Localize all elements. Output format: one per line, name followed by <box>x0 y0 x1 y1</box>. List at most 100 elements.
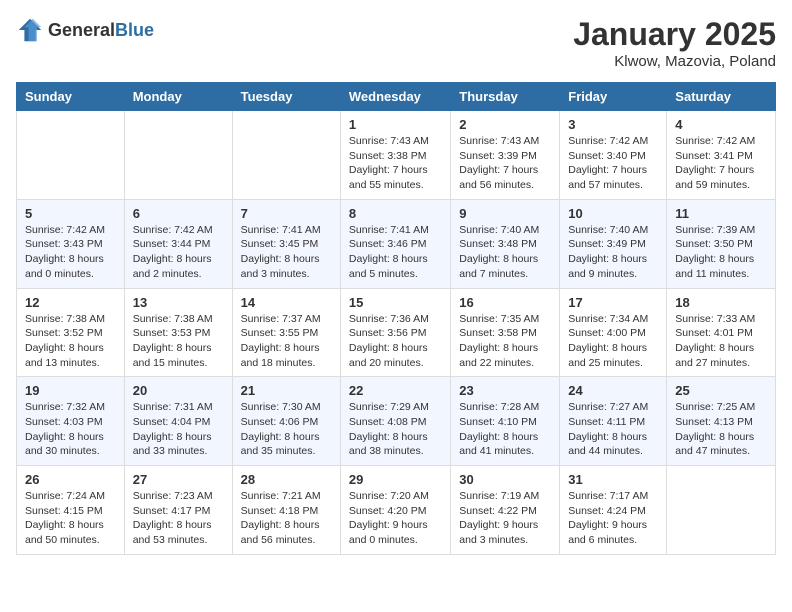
calendar-cell: 21 Sunrise: 7:30 AM Sunset: 4:06 PM Dayli… <box>232 377 340 466</box>
calendar-cell: 3 Sunrise: 7:42 AM Sunset: 3:40 PM Daylig… <box>560 111 667 200</box>
day-number: 15 <box>349 295 442 310</box>
day-number: 1 <box>349 117 442 132</box>
calendar-cell: 9 Sunrise: 7:40 AM Sunset: 3:48 PM Daylig… <box>451 199 560 288</box>
day-info: Sunrise: 7:29 AM Sunset: 4:08 PM Dayligh… <box>349 400 442 459</box>
day-number: 11 <box>675 206 767 221</box>
day-info: Sunrise: 7:35 AM Sunset: 3:58 PM Dayligh… <box>459 312 551 371</box>
calendar-week-row: 5 Sunrise: 7:42 AM Sunset: 3:43 PM Daylig… <box>17 199 776 288</box>
calendar-cell: 31 Sunrise: 7:17 AM Sunset: 4:24 PM Dayli… <box>560 466 667 555</box>
day-info: Sunrise: 7:41 AM Sunset: 3:45 PM Dayligh… <box>241 223 332 282</box>
calendar-week-row: 1 Sunrise: 7:43 AM Sunset: 3:38 PM Daylig… <box>17 111 776 200</box>
calendar-cell: 11 Sunrise: 7:39 AM Sunset: 3:50 PM Dayli… <box>667 199 776 288</box>
weekday-header-cell: Sunday <box>17 83 125 111</box>
calendar-cell: 27Sunrise: 7:23 AM Sunset: 4:17 PM Dayli… <box>124 466 232 555</box>
calendar-cell: 7 Sunrise: 7:41 AM Sunset: 3:45 PM Daylig… <box>232 199 340 288</box>
calendar-cell: 6 Sunrise: 7:42 AM Sunset: 3:44 PM Daylig… <box>124 199 232 288</box>
calendar-cell: 19Sunrise: 7:32 AM Sunset: 4:03 PM Dayli… <box>17 377 125 466</box>
day-number: 20 <box>133 383 224 398</box>
day-info: Sunrise: 7:42 AM Sunset: 3:43 PM Dayligh… <box>25 223 116 282</box>
day-number: 6 <box>133 206 224 221</box>
day-number: 7 <box>241 206 332 221</box>
calendar-cell <box>124 111 232 200</box>
day-number: 13 <box>133 295 224 310</box>
day-number: 29 <box>349 472 442 487</box>
day-number: 2 <box>459 117 551 132</box>
day-number: 17 <box>568 295 658 310</box>
logo-blue: Blue <box>115 20 154 40</box>
day-number: 18 <box>675 295 767 310</box>
calendar-body: 1 Sunrise: 7:43 AM Sunset: 3:38 PM Daylig… <box>17 111 776 555</box>
calendar-table: SundayMondayTuesdayWednesdayThursdayFrid… <box>16 82 776 555</box>
weekday-header-cell: Wednesday <box>340 83 450 111</box>
calendar-cell: 22Sunrise: 7:29 AM Sunset: 4:08 PM Dayli… <box>340 377 450 466</box>
day-number: 24 <box>568 383 658 398</box>
weekday-header-cell: Tuesday <box>232 83 340 111</box>
day-info: Sunrise: 7:42 AM Sunset: 3:40 PM Dayligh… <box>568 134 658 193</box>
calendar-cell: 8Sunrise: 7:41 AM Sunset: 3:46 PM Daylig… <box>340 199 450 288</box>
logo-text: GeneralBlue <box>48 20 154 41</box>
day-number: 3 <box>568 117 658 132</box>
day-info: Sunrise: 7:40 AM Sunset: 3:48 PM Dayligh… <box>459 223 551 282</box>
calendar-cell: 23Sunrise: 7:28 AM Sunset: 4:10 PM Dayli… <box>451 377 560 466</box>
day-info: Sunrise: 7:38 AM Sunset: 3:53 PM Dayligh… <box>133 312 224 371</box>
day-info: Sunrise: 7:34 AM Sunset: 4:00 PM Dayligh… <box>568 312 658 371</box>
logo: GeneralBlue <box>16 16 154 44</box>
calendar-cell: 26Sunrise: 7:24 AM Sunset: 4:15 PM Dayli… <box>17 466 125 555</box>
day-info: Sunrise: 7:38 AM Sunset: 3:52 PM Dayligh… <box>25 312 116 371</box>
day-number: 9 <box>459 206 551 221</box>
calendar-cell: 12 Sunrise: 7:38 AM Sunset: 3:52 PM Dayli… <box>17 288 125 377</box>
day-number: 25 <box>675 383 767 398</box>
day-info: Sunrise: 7:19 AM Sunset: 4:22 PM Dayligh… <box>459 489 551 548</box>
day-info: Sunrise: 7:39 AM Sunset: 3:50 PM Dayligh… <box>675 223 767 282</box>
page-header: GeneralBlue January 2025 Klwow, Mazovia,… <box>16 16 776 70</box>
calendar-cell: 1 Sunrise: 7:43 AM Sunset: 3:38 PM Daylig… <box>340 111 450 200</box>
calendar-cell: 4Sunrise: 7:42 AM Sunset: 3:41 PM Daylig… <box>667 111 776 200</box>
calendar-week-row: 12 Sunrise: 7:38 AM Sunset: 3:52 PM Dayli… <box>17 288 776 377</box>
calendar-cell: 17 Sunrise: 7:34 AM Sunset: 4:00 PM Dayli… <box>560 288 667 377</box>
calendar-cell: 14 Sunrise: 7:37 AM Sunset: 3:55 PM Dayli… <box>232 288 340 377</box>
day-number: 14 <box>241 295 332 310</box>
day-number: 27 <box>133 472 224 487</box>
day-info: Sunrise: 7:43 AM Sunset: 3:38 PM Dayligh… <box>349 134 442 193</box>
day-info: Sunrise: 7:24 AM Sunset: 4:15 PM Dayligh… <box>25 489 116 548</box>
day-number: 10 <box>568 206 658 221</box>
day-info: Sunrise: 7:37 AM Sunset: 3:55 PM Dayligh… <box>241 312 332 371</box>
weekday-header-row: SundayMondayTuesdayWednesdayThursdayFrid… <box>17 83 776 111</box>
weekday-header-cell: Thursday <box>451 83 560 111</box>
logo-general: General <box>48 20 115 40</box>
day-info: Sunrise: 7:33 AM Sunset: 4:01 PM Dayligh… <box>675 312 767 371</box>
day-info: Sunrise: 7:42 AM Sunset: 3:44 PM Dayligh… <box>133 223 224 282</box>
day-number: 19 <box>25 383 116 398</box>
day-info: Sunrise: 7:30 AM Sunset: 4:06 PM Dayligh… <box>241 400 332 459</box>
calendar-cell: 29 Sunrise: 7:20 AM Sunset: 4:20 PM Dayli… <box>340 466 450 555</box>
calendar-cell <box>17 111 125 200</box>
calendar-cell: 28Sunrise: 7:21 AM Sunset: 4:18 PM Dayli… <box>232 466 340 555</box>
day-number: 5 <box>25 206 116 221</box>
calendar-cell <box>667 466 776 555</box>
calendar-cell: 20Sunrise: 7:31 AM Sunset: 4:04 PM Dayli… <box>124 377 232 466</box>
calendar-cell: 25 Sunrise: 7:25 AM Sunset: 4:13 PM Dayli… <box>667 377 776 466</box>
day-info: Sunrise: 7:36 AM Sunset: 3:56 PM Dayligh… <box>349 312 442 371</box>
calendar-cell: 13 Sunrise: 7:38 AM Sunset: 3:53 PM Dayli… <box>124 288 232 377</box>
calendar-week-row: 19Sunrise: 7:32 AM Sunset: 4:03 PM Dayli… <box>17 377 776 466</box>
day-number: 28 <box>241 472 332 487</box>
calendar-cell <box>232 111 340 200</box>
calendar-cell: 24Sunrise: 7:27 AM Sunset: 4:11 PM Dayli… <box>560 377 667 466</box>
location-title: Klwow, Mazovia, Poland <box>573 53 776 70</box>
calendar-cell: 16 Sunrise: 7:35 AM Sunset: 3:58 PM Dayli… <box>451 288 560 377</box>
day-info: Sunrise: 7:25 AM Sunset: 4:13 PM Dayligh… <box>675 400 767 459</box>
month-title: January 2025 <box>573 16 776 53</box>
calendar-cell: 15 Sunrise: 7:36 AM Sunset: 3:56 PM Dayli… <box>340 288 450 377</box>
weekday-header-cell: Monday <box>124 83 232 111</box>
calendar-cell: 10Sunrise: 7:40 AM Sunset: 3:49 PM Dayli… <box>560 199 667 288</box>
day-info: Sunrise: 7:20 AM Sunset: 4:20 PM Dayligh… <box>349 489 442 548</box>
calendar-cell: 5 Sunrise: 7:42 AM Sunset: 3:43 PM Daylig… <box>17 199 125 288</box>
day-info: Sunrise: 7:17 AM Sunset: 4:24 PM Dayligh… <box>568 489 658 548</box>
day-number: 30 <box>459 472 551 487</box>
day-number: 16 <box>459 295 551 310</box>
day-number: 31 <box>568 472 658 487</box>
day-number: 21 <box>241 383 332 398</box>
calendar-week-row: 26Sunrise: 7:24 AM Sunset: 4:15 PM Dayli… <box>17 466 776 555</box>
day-number: 12 <box>25 295 116 310</box>
day-info: Sunrise: 7:42 AM Sunset: 3:41 PM Dayligh… <box>675 134 767 193</box>
